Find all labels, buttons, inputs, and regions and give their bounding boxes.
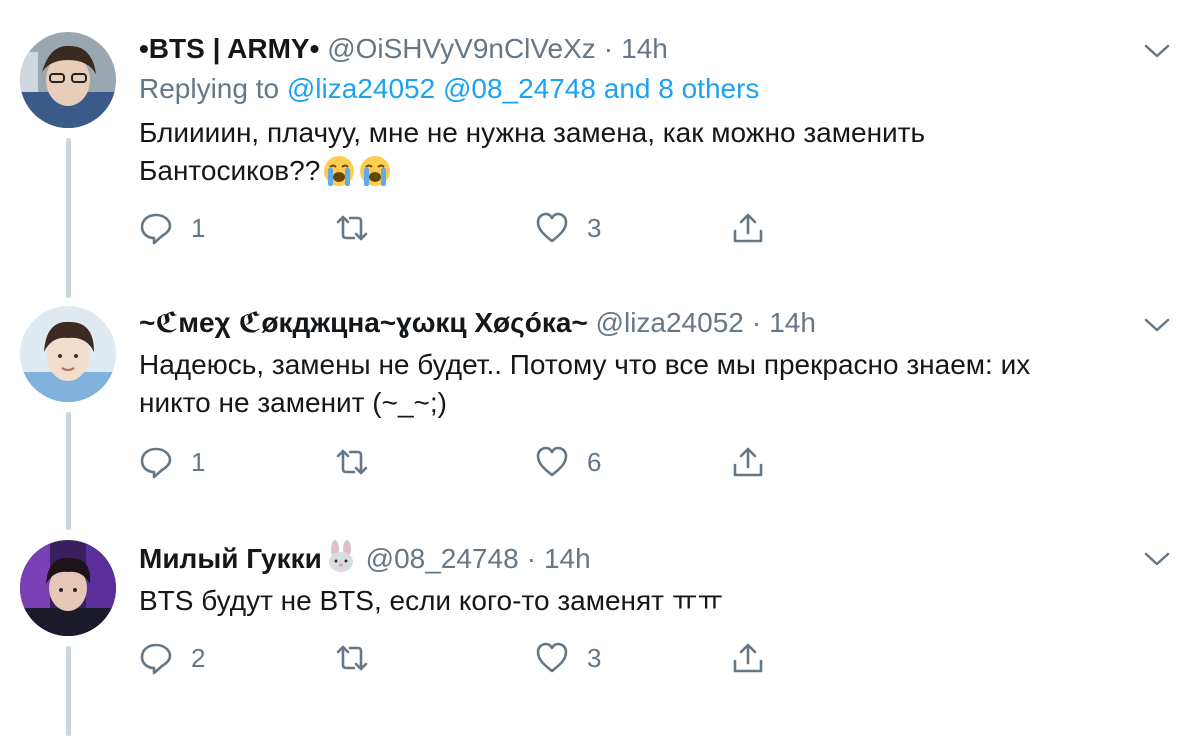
like-button[interactable]: 6 xyxy=(535,442,601,482)
retweet-icon xyxy=(336,449,368,475)
reply-count: 1 xyxy=(191,212,206,243)
rabbit-face-icon xyxy=(328,540,353,572)
tweet-actions: 2 3 xyxy=(139,638,839,678)
reply-button[interactable]: 2 xyxy=(139,638,205,678)
thread-line xyxy=(66,646,71,736)
chevron-down-icon[interactable] xyxy=(1142,40,1172,62)
tweet-text: Надеюсь, замены не будет.. Потому что вс… xyxy=(139,346,1149,422)
thread-line xyxy=(66,412,71,530)
chevron-down-icon[interactable] xyxy=(1142,314,1172,336)
like-count: 3 xyxy=(587,642,602,673)
retweet-button[interactable] xyxy=(335,442,387,482)
replying-to: Replying to @liza24052 @08_24748 and 8 o… xyxy=(139,72,759,106)
reply-icon xyxy=(140,213,172,245)
like-count: 3 xyxy=(587,212,602,243)
separator: · xyxy=(526,543,536,574)
heart-icon xyxy=(536,212,568,243)
reply-icon xyxy=(140,643,172,675)
like-button[interactable]: 3 xyxy=(535,208,601,248)
display-name[interactable]: Милый Гукки xyxy=(139,543,322,574)
reply-count: 1 xyxy=(191,446,206,477)
retweet-button[interactable] xyxy=(335,208,387,248)
tweet-text-line: Надеюсь, замены не будет.. Потому что вс… xyxy=(139,349,1031,380)
like-button[interactable]: 3 xyxy=(535,638,601,678)
share-icon xyxy=(733,447,763,477)
avatar[interactable] xyxy=(20,306,116,402)
timestamp[interactable]: 14h xyxy=(544,543,591,574)
like-count: 6 xyxy=(587,446,602,477)
replying-prefix: Replying to xyxy=(139,73,280,104)
reply-icon xyxy=(140,447,172,479)
loudly-crying-face-icon xyxy=(360,156,391,186)
display-name[interactable]: ~ℭмеχ ℭøкджцна~ɣωкц Χøςóка~ xyxy=(139,307,588,338)
tweet-actions: 1 6 xyxy=(139,442,839,482)
timestamp[interactable]: 14h xyxy=(769,307,816,338)
tweet-text: Блиииин, плачуу, мне не нужна замена, ка… xyxy=(139,114,1149,190)
separator: · xyxy=(751,307,762,338)
loudly-crying-face-icon xyxy=(324,156,355,186)
tweet-text-line: Блиииин, плачуу, мне не нужна замена, ка… xyxy=(139,117,926,148)
reply-button[interactable]: 1 xyxy=(139,208,205,248)
reply-button[interactable]: 1 xyxy=(139,442,205,482)
handle[interactable]: @OiSHVyV9nClVeXz xyxy=(327,33,596,64)
share-button[interactable] xyxy=(731,442,765,482)
separator: · xyxy=(603,33,614,64)
share-button[interactable] xyxy=(731,208,765,248)
handle[interactable]: @08_24748 xyxy=(366,543,519,574)
replying-others-link[interactable]: and 8 others xyxy=(604,73,760,104)
share-icon xyxy=(733,213,763,243)
heart-icon xyxy=(536,446,568,477)
timestamp[interactable]: 14h xyxy=(621,33,668,64)
retweet-icon xyxy=(336,215,368,241)
tweet-text-line: никто не заменит (~_~;) xyxy=(139,387,447,418)
tweet-header: •BTS | ARMY• @OiSHVyV9nClVeXz · 14h xyxy=(139,32,668,66)
avatar[interactable] xyxy=(20,32,116,128)
retweet-button[interactable] xyxy=(335,638,387,678)
share-button[interactable] xyxy=(731,638,765,678)
reply-count: 2 xyxy=(191,642,206,673)
tweet-actions: 1 3 xyxy=(139,208,839,248)
handle[interactable]: @liza24052 xyxy=(596,307,744,338)
display-name[interactable]: •BTS | ARMY• xyxy=(139,33,319,64)
tweet-text-line: Бантосиков?? xyxy=(139,155,321,186)
share-icon xyxy=(733,643,763,673)
tweet-text-line-wrap: Бантосиков?? xyxy=(139,152,1149,190)
replying-mentions[interactable]: @liza24052 @08_24748 xyxy=(287,73,596,104)
tweet-header: ~ℭмеχ ℭøкджцна~ɣωкц Χøςóка~ @liza24052 · 1… xyxy=(139,306,816,340)
tweet-text-line: BTS будут не BTS, если кого-то заменят ㅠ… xyxy=(139,585,724,616)
tweet-text: BTS будут не BTS, если кого-то заменят ㅠ… xyxy=(139,582,1149,620)
retweet-icon xyxy=(336,645,368,671)
chevron-down-icon[interactable] xyxy=(1142,548,1172,570)
tweet-header: Милый Гукки @08_24748 · 14h xyxy=(139,540,591,576)
heart-icon xyxy=(536,642,568,673)
avatar[interactable] xyxy=(20,540,116,636)
thread-line xyxy=(66,138,71,298)
